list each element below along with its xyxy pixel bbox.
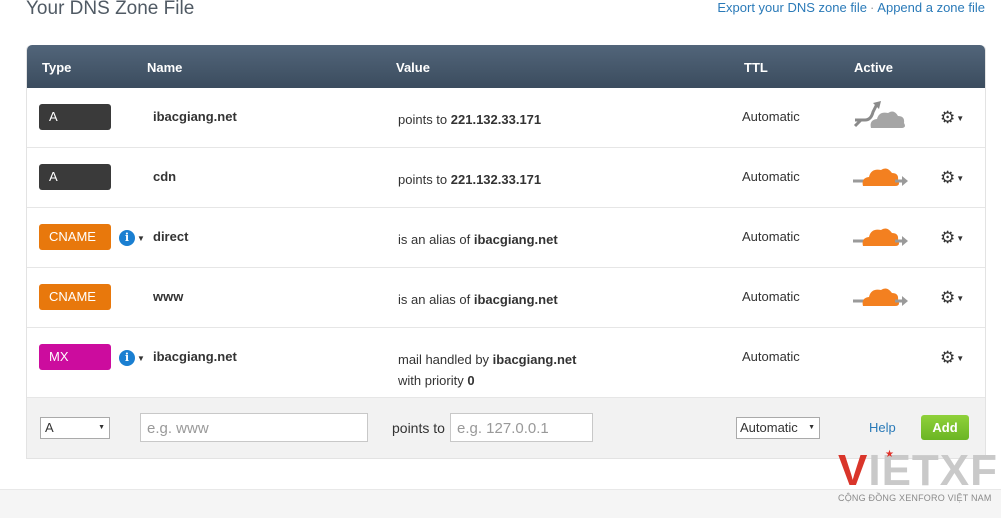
table-row: CNAME i ▼ direct is an alias of ibacgiang.ne… <box>27 208 985 268</box>
record-value: mail handled by ibacgiang.net with priori… <box>398 352 577 388</box>
record-ttl: Automatic <box>742 289 800 304</box>
record-type-select[interactable]: A ▼ <box>40 417 110 439</box>
watermark-tagline: CỘNG ĐỒNG XENFORO VIỆT NAM <box>838 493 992 503</box>
record-name: ibacgiang.net <box>153 109 237 124</box>
record-type-badge: CNAME <box>39 224 111 250</box>
link-separator: · <box>869 0 875 15</box>
chevron-down-icon: ▼ <box>956 353 965 363</box>
star-icon: ★ <box>885 449 894 460</box>
record-ttl: Automatic <box>742 229 800 244</box>
gear-icon: ⚙ <box>940 348 956 367</box>
record-type-value: A <box>45 420 54 435</box>
help-link[interactable]: Help <box>869 420 896 435</box>
record-settings-button[interactable]: ⚙ ▼ <box>940 168 964 188</box>
record-type-badge: A <box>39 164 111 190</box>
record-settings-button[interactable]: ⚙ ▼ <box>940 228 964 248</box>
chevron-down-icon: ▼ <box>137 353 145 363</box>
chevron-down-icon: ▼ <box>956 233 965 243</box>
gear-icon: ⚙ <box>940 168 956 187</box>
zone-file-links: Export your DNS zone file · Append a zone … <box>717 0 985 15</box>
record-type-badge: MX <box>39 344 111 370</box>
record-ttl: Automatic <box>742 109 800 124</box>
gear-icon: ⚙ <box>940 228 956 247</box>
table-header: Type Name Value TTL Active <box>27 45 985 88</box>
info-icon: i <box>119 230 135 246</box>
header-ttl: TTL <box>744 60 768 75</box>
cloudflare-toggle-icon[interactable] <box>849 218 911 254</box>
record-name: www <box>153 289 184 304</box>
add-record-button[interactable]: Add <box>921 415 969 440</box>
ttl-select-value: Automatic <box>740 420 798 435</box>
record-value: is an alias of ibacgiang.net <box>398 292 558 307</box>
chevron-down-icon: ▼ <box>137 233 145 243</box>
record-name-input[interactable]: e.g. www <box>140 413 368 442</box>
header-type: Type <box>42 60 72 75</box>
record-settings-button[interactable]: ⚙ ▼ <box>940 108 964 128</box>
record-value: is an alias of ibacgiang.net <box>398 232 558 247</box>
record-settings-button[interactable]: ⚙ ▼ <box>940 288 964 308</box>
record-type-badge: CNAME <box>39 284 111 310</box>
record-info-button[interactable]: i ▼ <box>119 230 145 246</box>
cloudflare-toggle-icon[interactable] <box>849 158 911 194</box>
record-type-badge: A <box>39 104 111 130</box>
chevron-down-icon: ▼ <box>956 113 965 123</box>
info-icon: i <box>119 350 135 366</box>
record-settings-button[interactable]: ⚙ ▼ <box>940 348 964 368</box>
gear-icon: ⚙ <box>940 108 956 127</box>
vietxf-watermark: ★ VIETXF CỘNG ĐỒNG XENFORO VIỆT NAM <box>838 446 999 511</box>
table-row: MX i ▼ ibacgiang.net mail handled by ibacgia… <box>27 328 985 398</box>
table-row: Aibacgiang.net points to 221.132.33.171 Au… <box>27 88 985 148</box>
cloudflare-toggle-icon[interactable] <box>849 98 911 134</box>
header-name: Name <box>147 60 183 75</box>
record-value: points to 221.132.33.171 <box>398 112 542 127</box>
chevron-down-icon: ▼ <box>98 424 105 431</box>
cloudflare-toggle-icon[interactable] <box>849 278 911 314</box>
watermark-logo: VIETXF <box>838 446 999 495</box>
record-name: ibacgiang.net <box>153 349 237 364</box>
record-ip-input[interactable]: e.g. 127.0.0.1 <box>450 413 593 442</box>
append-zone-file-link[interactable]: Append a zone file <box>877 0 985 15</box>
gear-icon: ⚙ <box>940 288 956 307</box>
ttl-select[interactable]: Automatic ▼ <box>736 417 820 439</box>
record-name: cdn <box>153 169 177 184</box>
page-title: Your DNS Zone File <box>26 0 195 19</box>
records-body: Aibacgiang.net points to 221.132.33.171 Au… <box>27 88 985 398</box>
header-active: Active <box>854 60 894 75</box>
record-info-button[interactable]: i ▼ <box>119 350 145 366</box>
header-value: Value <box>396 60 430 75</box>
record-value: points to 221.132.33.171 <box>398 172 542 187</box>
record-ttl: Automatic <box>742 349 800 364</box>
record-ttl: Automatic <box>742 169 800 184</box>
table-row: Acdn points to 221.132.33.171 Automatic ⚙ ▼ <box>27 148 985 208</box>
points-to-label: points to <box>392 420 445 436</box>
export-zone-file-link[interactable]: Export your DNS zone file <box>717 0 867 15</box>
chevron-down-icon: ▼ <box>956 293 965 303</box>
dns-records-table: Type Name Value TTL Active Aibacgiang.ne… <box>26 45 986 459</box>
table-row: CNAME www is an alias of ibacgiang.net Auto… <box>27 268 985 328</box>
chevron-down-icon: ▼ <box>808 424 815 431</box>
record-name: direct <box>153 229 189 244</box>
chevron-down-icon: ▼ <box>956 173 965 183</box>
